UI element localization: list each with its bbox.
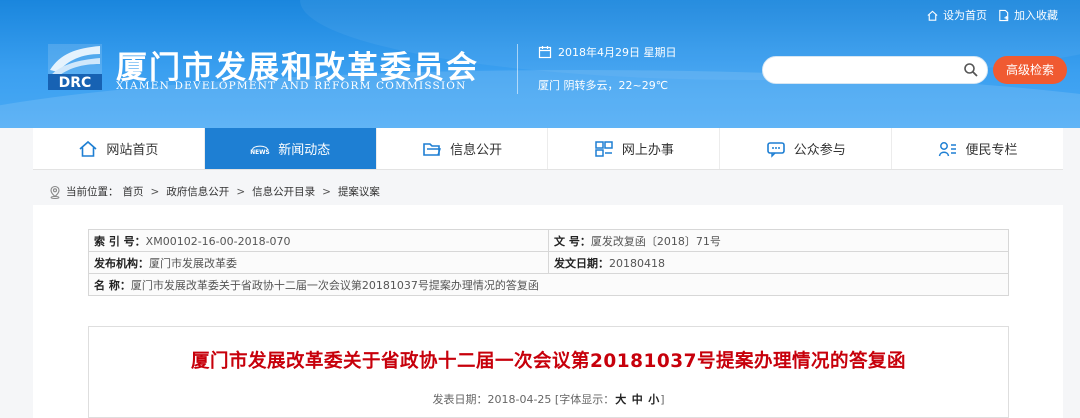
publish-date: 2018-04-25 [487,393,552,406]
search-box [762,56,988,84]
header-divider [517,44,518,94]
date-display: 2018年4月29日 星期日 [538,44,677,60]
search-icon[interactable] [963,62,979,78]
location-icon [50,185,60,199]
article-info: 发表日期：2018-04-25 [字体显示：大 中 小] [89,391,1008,407]
meta-name-label: 名 称： [94,278,131,292]
document-meta-table: 索 引 号：XM00102-16-00-2018-070 文 号：厦发改复函〔2… [88,229,1009,296]
add-favorite-link[interactable]: 加入收藏 [997,7,1058,23]
font-size-prefix: [字体显示： [554,393,615,406]
breadcrumb-separator: > [236,185,246,198]
meta-date-cell: 发文日期：20180418 [548,251,1009,274]
meta-name-value: 厦门市发展改革委关于省政协十二届一次会议第20181037号提案办理情况的答复函 [130,278,539,292]
main-nav: 网站首页 NEWS 新闻动态 信息公开 网上办事 公众参与 便民专栏 [33,128,1063,170]
meta-docno-label: 文 号： [554,234,591,248]
table-row: 发布机构：厦门市发展改革委 发文日期：20180418 [88,251,1009,274]
nav-label: 便民专栏 [965,143,1018,158]
article-container: 厦门市发展改革委关于省政协十二届一次会议第20181037号提案办理情况的答复函… [88,326,1009,418]
weather-text: 厦门 阴转多云，22~29℃ [538,79,669,92]
nav-item-public[interactable]: 公众参与 [720,128,893,169]
bookmark-icon [999,9,1009,21]
breadcrumb-separator: > [150,185,160,198]
meta-docno-value: 厦发改复函〔2018〕71号 [590,234,721,248]
svg-text:NEWS: NEWS [250,150,270,156]
breadcrumb: 当前位置： 首页 > 政府信息公开 > 信息公开目录 > 提案议案 [48,184,380,199]
nav-label: 新闻动态 [278,143,331,158]
article-title: 厦门市发展改革委关于省政协十二届一次会议第20181037号提案办理情况的答复函 [191,351,906,372]
meta-docno-cell: 文 号：厦发改复函〔2018〕71号 [548,229,1009,252]
breadcrumb-label: 当前位置： [66,186,119,198]
nav-item-online[interactable]: 网上办事 [548,128,721,169]
home-icon [79,140,97,157]
breadcrumb-separator: > [322,185,331,198]
font-size-small-button[interactable]: 小 [647,393,660,406]
nav-item-news[interactable]: NEWS 新闻动态 [204,128,377,169]
nav-label: 公众参与 [793,143,846,158]
add-favorite-label: 加入收藏 [1014,9,1058,22]
logo-text: DRC [59,75,92,90]
font-size-medium-button[interactable]: 中 [631,393,644,406]
nav-label: 信息公开 [450,143,503,158]
folder-icon [423,142,442,156]
search-input[interactable] [775,57,965,83]
set-homepage-label: 设为首页 [943,9,987,22]
nav-item-info[interactable]: 信息公开 [377,128,549,169]
meta-org-cell: 发布机构：厦门市发展改革委 [88,251,549,274]
nav-item-service[interactable]: 便民专栏 [892,128,1063,169]
news-icon: NEWS [250,145,270,156]
table-row: 索 引 号：XM00102-16-00-2018-070 文 号：厦发改复函〔2… [88,229,1009,252]
site-header: 设为首页 加入收藏 DRC 厦门市发展和改革委员会 XIAMEN DEVELOP… [0,0,1080,128]
nav-label: 网上办事 [621,143,674,158]
breadcrumb-home[interactable]: 首页 [123,184,144,199]
date-text: 2018年4月29日 星期日 [558,46,677,59]
drc-logo: DRC [48,44,102,90]
breadcrumb-info-catalog[interactable]: 信息公开目录 [252,184,315,199]
font-size-suffix: ] [660,393,665,406]
meta-name-cell: 名 称：厦门市发展改革委关于省政协十二届一次会议第20181037号提案办理情况… [88,273,1009,296]
chat-icon [766,141,785,158]
publish-label: 发表日期： [432,393,488,406]
meta-date-label: 发文日期： [554,256,609,270]
breadcrumb-proposals[interactable]: 提案议案 [338,184,380,199]
meta-org-value: 厦门市发展改革委 [149,256,237,270]
top-links: 设为首页 加入收藏 [926,7,1058,23]
nav-item-home[interactable]: 网站首页 [33,128,205,169]
nav-label: 网站首页 [106,143,159,158]
font-size-large-button[interactable]: 大 [614,393,627,406]
set-homepage-link[interactable]: 设为首页 [926,7,987,23]
site-subtitle: XIAMEN DEVELOPMENT AND REFORM COMMISSION [116,80,467,92]
advanced-search-button[interactable]: 高级检索 [993,56,1067,84]
home-icon [927,10,938,21]
meta-index-cell: 索 引 号：XM00102-16-00-2018-070 [88,229,549,252]
meta-index-label: 索 引 号： [94,234,146,248]
calendar-icon [538,46,552,59]
meta-index-value: XM00102-16-00-2018-070 [145,234,291,248]
table-row: 名 称：厦门市发展改革委关于省政协十二届一次会议第20181037号提案办理情况… [88,273,1009,296]
breadcrumb-gov-info[interactable]: 政府信息公开 [166,184,229,199]
meta-date-value: 20180418 [609,256,665,270]
meta-org-label: 发布机构： [94,256,149,270]
apps-icon [595,140,613,157]
user-list-icon [938,141,956,156]
